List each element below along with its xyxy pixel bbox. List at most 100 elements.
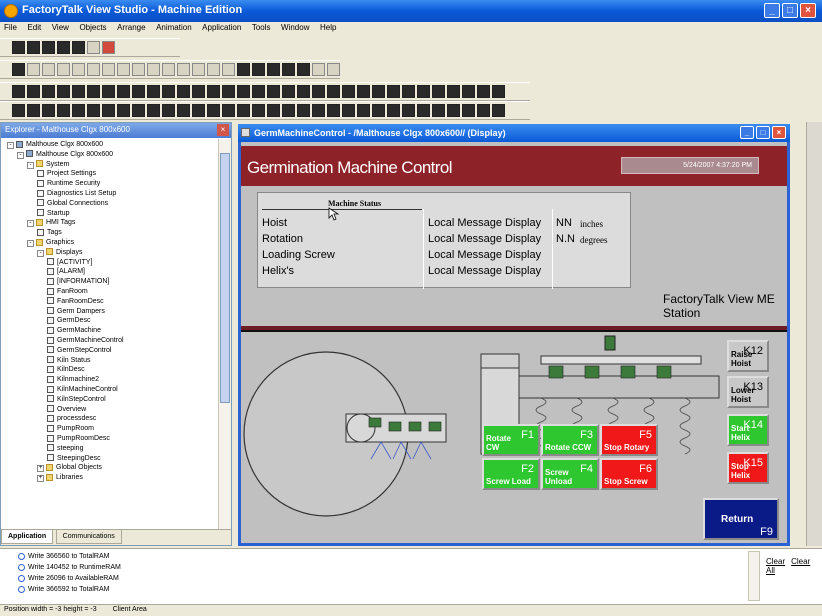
toolbar-tool-icon[interactable] xyxy=(462,85,475,98)
toolbar-tool-icon[interactable] xyxy=(477,104,490,117)
tree-node[interactable]: GermDesc xyxy=(47,316,90,325)
tree-node[interactable]: Startup xyxy=(37,209,70,218)
tree-node[interactable]: processdesc xyxy=(47,414,96,423)
toolbar-tool-icon[interactable] xyxy=(12,41,25,54)
toolbar-tool-icon[interactable] xyxy=(132,85,145,98)
toolbar-tool-icon[interactable] xyxy=(402,85,415,98)
toolbar-tool-icon[interactable] xyxy=(87,104,100,117)
screw-load-button[interactable]: F2 Screw Load xyxy=(482,458,540,490)
tree-node[interactable]: Diagnostics List Setup xyxy=(37,189,116,198)
toolbar-tool-icon[interactable] xyxy=(432,85,445,98)
toolbar-tool-icon[interactable] xyxy=(57,104,70,117)
tree-node[interactable]: GermMachine xyxy=(47,326,101,335)
toolbar-tool-icon[interactable] xyxy=(267,85,280,98)
collapse-icon[interactable]: - xyxy=(37,249,44,257)
toolbar-tool-icon[interactable] xyxy=(27,41,40,54)
toolbar-tool-icon[interactable] xyxy=(327,85,340,98)
tab-application[interactable]: Application xyxy=(1,530,54,544)
toolbar-tool-icon[interactable] xyxy=(477,85,490,98)
toolbar-tool-icon[interactable] xyxy=(27,85,40,98)
tree-node[interactable]: KilnStepControl xyxy=(47,395,106,404)
toolbar-tool-icon[interactable] xyxy=(57,85,70,98)
toolbar-tool-icon[interactable] xyxy=(27,63,40,76)
tree-node[interactable]: - Malthouse Clgx 800x600 xyxy=(7,140,103,149)
tab-communications[interactable]: Communications xyxy=(55,530,122,544)
toolbar-tool-icon[interactable] xyxy=(387,104,400,117)
toolbar-tool-icon[interactable] xyxy=(72,104,85,117)
toolbar-tool-icon[interactable] xyxy=(207,85,220,98)
toolbar-tool-icon[interactable] xyxy=(177,104,190,117)
toolbar-tool-icon[interactable] xyxy=(87,41,100,54)
tree-node[interactable]: + Global Objects xyxy=(37,463,102,473)
toolbar-tool-icon[interactable] xyxy=(117,63,130,76)
tree-node[interactable]: Overview xyxy=(47,405,86,414)
toolbar-tool-icon[interactable] xyxy=(222,104,235,117)
toolbar-tool-icon[interactable] xyxy=(87,85,100,98)
menu-file[interactable]: File xyxy=(0,22,21,33)
menu-tools[interactable]: Tools xyxy=(248,22,275,33)
menu-view[interactable]: View xyxy=(48,22,73,33)
toolbar-tool-icon[interactable] xyxy=(87,63,100,76)
tree-node[interactable]: Kilnmachine2 xyxy=(47,375,99,384)
menu-help[interactable]: Help xyxy=(316,22,340,33)
tree-node[interactable]: - Graphics xyxy=(27,238,74,247)
toolbar-tool-icon[interactable] xyxy=(207,104,220,117)
stop-rotary-button[interactable]: F5 Stop Rotary xyxy=(600,424,658,456)
expand-icon[interactable]: + xyxy=(37,475,44,483)
tree-node[interactable]: [ACTIVITY] xyxy=(47,258,92,267)
collapse-icon[interactable]: - xyxy=(7,142,14,149)
toolbar-tool-icon[interactable] xyxy=(252,104,265,117)
tree-node[interactable]: KilnMachineControl xyxy=(47,385,118,394)
toolbar-tool-icon[interactable] xyxy=(327,104,340,117)
tree-node[interactable]: GermStepControl xyxy=(47,346,111,355)
toolbar-tool-icon[interactable] xyxy=(282,85,295,98)
toolbar-tool-icon[interactable] xyxy=(342,85,355,98)
toolbar-tool-icon[interactable] xyxy=(72,41,85,54)
collapse-icon[interactable]: - xyxy=(27,220,34,228)
output-scrollbar[interactable] xyxy=(748,551,760,601)
start-helix-button[interactable]: K14 Start Helix xyxy=(727,414,769,446)
display-maximize-icon[interactable]: □ xyxy=(756,126,770,139)
toolbar-tool-icon[interactable] xyxy=(57,41,70,54)
toolbar-tool-icon[interactable] xyxy=(102,85,115,98)
menu-application[interactable]: Application xyxy=(198,22,245,33)
toolbar-tool-icon[interactable] xyxy=(117,104,130,117)
rotate-cw-button[interactable]: F1 Rotate CW xyxy=(482,424,540,456)
toolbar-tool-icon[interactable] xyxy=(387,85,400,98)
toolbar-tool-icon[interactable] xyxy=(462,104,475,117)
toolbar-tool-icon[interactable] xyxy=(342,104,355,117)
menu-animation[interactable]: Animation xyxy=(152,22,196,33)
tree-node[interactable]: + Libraries xyxy=(37,473,83,483)
toolbar-tool-icon[interactable] xyxy=(267,104,280,117)
toolbar-tool-icon[interactable] xyxy=(357,104,370,117)
toolbar-tool-icon[interactable] xyxy=(72,85,85,98)
toolbar-tool-icon[interactable] xyxy=(417,104,430,117)
tree-node[interactable]: [INFORMATION] xyxy=(47,277,109,286)
tree-node[interactable]: - Displays xyxy=(37,248,82,257)
toolbar-tool-icon[interactable] xyxy=(177,63,190,76)
toolbar-tool-icon[interactable] xyxy=(237,85,250,98)
tree-node[interactable]: FanRoom xyxy=(47,287,88,296)
toolbar-tool-icon[interactable] xyxy=(132,63,145,76)
toolbar-tool-icon[interactable] xyxy=(42,85,55,98)
toolbar-tool-icon[interactable] xyxy=(282,104,295,117)
lower-hoist-button[interactable]: K13 Lower Hoist xyxy=(727,376,769,408)
toolbar-tool-icon[interactable] xyxy=(297,63,310,76)
tree-node[interactable]: PumpRoomDesc xyxy=(47,434,110,443)
tree-node[interactable]: - System xyxy=(27,160,69,169)
toolbar-tool-icon[interactable] xyxy=(147,85,160,98)
toolbar-tool-icon[interactable] xyxy=(147,104,160,117)
toolbar-tool-icon[interactable] xyxy=(207,63,220,76)
toolbar-tool-icon[interactable] xyxy=(282,63,295,76)
menu-objects[interactable]: Objects xyxy=(75,22,110,33)
tree-node[interactable]: Germ Dampers xyxy=(47,307,105,316)
toolbar-tool-icon[interactable] xyxy=(162,85,175,98)
toolbar-tool-icon[interactable] xyxy=(147,63,160,76)
toolbar-tool-icon[interactable] xyxy=(102,104,115,117)
toolbar-tool-icon[interactable] xyxy=(102,41,115,54)
toolbar-tool-icon[interactable] xyxy=(492,104,505,117)
close-explorer-icon[interactable]: × xyxy=(217,124,229,136)
toolbar-tool-icon[interactable] xyxy=(192,63,205,76)
tree-node[interactable]: Tags xyxy=(37,228,62,237)
toolbar-tool-icon[interactable] xyxy=(447,104,460,117)
